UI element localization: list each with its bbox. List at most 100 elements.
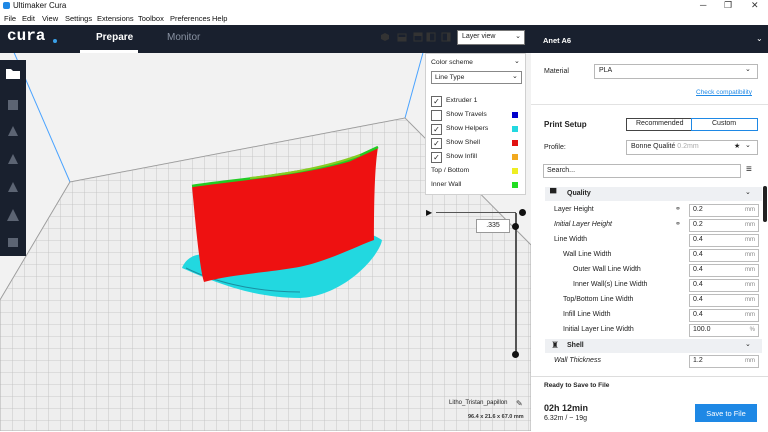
setting-label-infill-line-width: Infill Line Width [563,311,611,318]
profile-suffix: - 0.2mm [673,143,699,150]
setting-input-wall-line-width[interactable]: 0.4 mm [689,249,759,262]
menu-view[interactable]: View [42,14,58,23]
show-helpers-checkbox[interactable]: ✓ [431,124,442,135]
color-scheme-select[interactable]: Line Type ⌄ [431,71,522,84]
setting-unit: mm [745,252,755,258]
chevron-down-icon: ⌄ [745,142,751,149]
setting-input-layer-height[interactable]: 0.2 mm [689,204,759,217]
ready-status: Ready to Save to File [544,382,610,389]
show-shell-checkbox[interactable]: ✓ [431,138,442,149]
setting-label-initial-layer-line-width: Initial Layer Line Width [563,326,634,333]
setting-input-outer-wall-line-width[interactable]: 0.4 mm [689,264,759,277]
model-name: Litho_Tristan_papillon [449,400,508,406]
play-simulation-icon[interactable]: ▶ [426,208,432,217]
maximize-button[interactable]: ❐ [724,0,732,11]
setting-value: 0.4 [693,311,703,318]
setting-value: 0.4 [693,266,703,273]
layer-number-input[interactable]: .335 [476,219,510,233]
show-travels-checkbox[interactable] [431,110,442,121]
menu-preferences[interactable]: Preferences [170,14,210,23]
extruder-1-checkbox[interactable]: ✓ [431,96,442,107]
edit-pencil-icon[interactable]: ✎ [516,399,523,408]
left-toolbar [0,60,26,256]
extruder-1-label: Extruder 1 [446,97,478,104]
link-icon[interactable]: ⚭ [675,220,681,228]
layer-slider-track[interactable] [515,213,517,354]
per-model-settings-icon[interactable] [4,206,22,224]
setting-unit: mm [745,237,755,243]
show-infill-checkbox[interactable]: ✓ [431,152,442,163]
setting-label-layer-height: Layer Height [554,206,594,213]
menu-settings[interactable]: Settings [65,14,92,23]
recommended-button[interactable]: Recommended [626,118,692,131]
save-to-file-button[interactable]: Save to File [695,404,757,422]
setting-value: 0.4 [693,296,703,303]
category-shell[interactable]: ♜ Shell ⌄ [545,339,762,353]
setting-input-inner-wall-line-width[interactable]: 0.4 mm [689,279,759,292]
view-mode-select[interactable]: Layer view ⌄ [457,30,525,45]
material-select[interactable]: PLA ⌄ [594,64,758,79]
print-time: 02h 12min [544,403,589,413]
setting-label-top-bottom-line-width: Top/Bottom Line Width [563,296,634,303]
print-setup-title: Print Setup [544,120,587,129]
mirror-tool-icon[interactable] [4,178,22,196]
rotate-tool-icon[interactable] [4,150,22,168]
check-compatibility-link[interactable]: Check compatibility [696,89,752,96]
travels-color-swatch [512,112,518,118]
cura-app-icon [3,2,10,9]
3d-view-icon[interactable] [380,32,390,42]
search-settings-input[interactable]: Search... [543,164,741,178]
setting-input-infill-line-width[interactable]: 0.4 mm [689,309,759,322]
setting-input-wall-thickness[interactable]: 1.2 mm [689,355,759,368]
settings-scrollbar[interactable] [763,186,767,222]
menu-edit[interactable]: Edit [22,14,35,23]
setting-label-wall-line-width: Wall Line Width [563,251,612,258]
setting-unit: mm [745,222,755,228]
close-button[interactable]: ✕ [751,0,759,11]
link-icon[interactable]: ⚭ [675,205,681,213]
menu-extensions[interactable]: Extensions [97,14,134,23]
menu-help[interactable]: Help [212,14,227,23]
menu-toolbox[interactable]: Toolbox [138,14,164,23]
settings-menu-icon[interactable]: ≡ [746,164,752,175]
front-view-icon[interactable] [397,32,407,42]
right-view-icon[interactable] [441,32,451,42]
tab-monitor[interactable]: Monitor [167,32,200,43]
chevron-down-icon: ⌄ [745,66,751,73]
setting-input-initial-layer-height[interactable]: 0.2 mm [689,219,759,232]
star-icon[interactable]: ★ [734,142,740,150]
material-label: Material [544,68,569,75]
helpers-color-swatch [512,126,518,132]
show-infill-label: Show Infill [446,153,477,160]
layer-slider-lower-handle[interactable] [512,351,519,358]
color-scheme-panel: Color scheme ⌄ Line Type ⌄ ✓ Extruder 1 … [425,53,526,195]
layer-path-slider[interactable] [436,212,516,213]
profile-value: Bonne Qualité [631,143,676,150]
scale-tool-icon[interactable] [4,122,22,140]
minimize-button[interactable]: ─ [700,0,706,10]
setting-input-top-bottom-line-width[interactable]: 0.4 mm [689,294,759,307]
layer-path-handle[interactable] [519,209,526,216]
left-view-icon[interactable] [426,32,436,42]
divider [531,104,768,105]
custom-label: Custom [712,120,737,127]
top-view-icon[interactable] [413,32,423,42]
open-file-icon[interactable] [4,64,22,82]
app-header [0,25,531,53]
setting-value: 0.2 [693,221,703,228]
menu-bar: File Edit View Settings Extensions Toolb… [0,12,768,25]
setting-unit: mm [745,312,755,318]
menu-file[interactable]: File [4,14,16,23]
profile-select[interactable]: Bonne Qualité - 0.2mm ★ ⌄ [626,140,758,155]
tab-prepare[interactable]: Prepare [96,32,133,43]
setting-input-line-width[interactable]: 0.4 mm [689,234,759,247]
setting-value: 0.4 [693,251,703,258]
setting-input-initial-layer-line-width[interactable]: 100.0% [689,324,759,337]
chevron-down-icon: ⌄ [745,341,751,348]
custom-button[interactable]: Custom [691,118,758,131]
category-quality[interactable]: ▀ Quality ⌄ [545,187,762,201]
layer-slider-upper-handle[interactable] [512,223,519,230]
support-blocker-icon[interactable] [4,232,22,250]
move-tool-icon[interactable] [4,96,22,114]
setting-value: 0.4 [693,281,703,288]
